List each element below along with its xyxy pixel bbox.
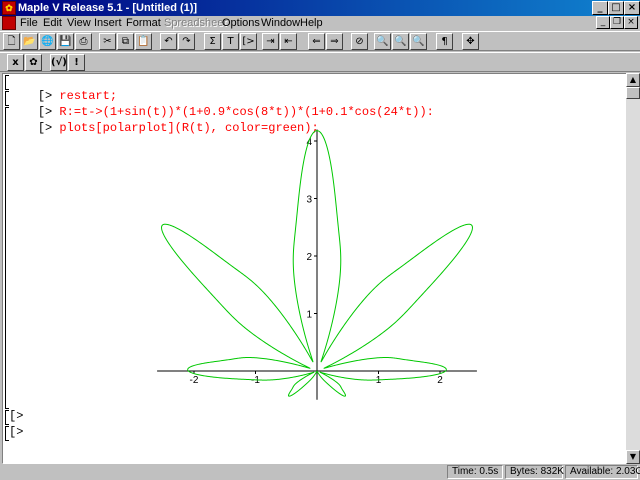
zoom-150-icon[interactable]: 🔍	[392, 33, 409, 50]
menu-insert[interactable]: Insert	[94, 17, 122, 29]
maple-app-icon[interactable]: ✿	[2, 1, 16, 15]
status-bytes: Bytes: 832K	[505, 465, 564, 479]
insert-input-icon[interactable]: [>	[240, 33, 257, 50]
menu-bar: File Edit View Insert Format Spreadsheet…	[0, 16, 640, 30]
minimize-button[interactable]: _	[592, 1, 608, 15]
doc-close-button[interactable]: ×	[624, 16, 638, 29]
scroll-down-arrow-icon[interactable]: ▼	[626, 450, 640, 464]
menu-options[interactable]: Options	[222, 17, 260, 29]
new-icon[interactable]: 🗋	[3, 33, 20, 50]
x-tick-label: 1	[376, 375, 382, 386]
open-icon[interactable]: 📂	[21, 33, 38, 50]
window-title: Maple V Release 5.1 - [Untitled (1)]	[18, 2, 198, 14]
insert-text-icon[interactable]: T	[222, 33, 239, 50]
back-icon[interactable]: ⇐	[308, 33, 325, 50]
title-bar: ✿ Maple V Release 5.1 - [Untitled (1)] _…	[0, 0, 640, 16]
scroll-thumb[interactable]	[626, 87, 640, 99]
forward-icon[interactable]: ⇒	[326, 33, 343, 50]
polar-plot[interactable]: -2 -1 1 21234	[3, 74, 627, 463]
document-icon[interactable]	[2, 16, 16, 30]
maple-input-icon[interactable]: x	[7, 54, 24, 71]
execute-icon[interactable]: !	[68, 54, 85, 71]
doc-minimize-button[interactable]: _	[596, 16, 610, 29]
maximize-button[interactable]: □	[608, 1, 624, 15]
save-icon[interactable]: 💾	[57, 33, 74, 50]
zoom-200-icon[interactable]: 🔍	[410, 33, 427, 50]
zoom-100-icon[interactable]: 🔍	[374, 33, 391, 50]
status-bar: Time: 0.5s Bytes: 832K Available: 2.03G	[0, 464, 640, 480]
undo-icon[interactable]: ↶	[160, 33, 177, 50]
stop-icon[interactable]: ⊘	[351, 33, 368, 50]
print-icon[interactable]: ⎙	[75, 33, 92, 50]
y-tick-label: 2	[306, 252, 312, 263]
close-button[interactable]: ×	[624, 1, 640, 15]
status-time: Time: 0.5s	[447, 465, 503, 479]
menu-help[interactable]: Help	[300, 17, 323, 29]
worksheet[interactable]: [> restart; [> R:=t->(1+sin(t))*(1+0.9*c…	[2, 73, 628, 464]
x-tick-label: -2	[190, 375, 199, 386]
status-available: Available: 2.03G	[565, 465, 640, 479]
scroll-up-arrow-icon[interactable]: ▲	[626, 73, 640, 87]
doc-restore-button[interactable]: ❐	[610, 16, 624, 29]
insert-math-icon[interactable]: Σ	[204, 33, 221, 50]
cut-icon[interactable]: ✂	[99, 33, 116, 50]
context-toolbar: x ✿ (√)!	[0, 52, 640, 72]
paste-icon[interactable]: 📋	[135, 33, 152, 50]
menu-file[interactable]: File	[20, 17, 38, 29]
main-toolbar: 🗋 📂 🌐 💾 ⎙ ✂ ⧉ 📋 ↶ ↷ Σ T [> ⇥ ⇤ ⇐ ⇒ ⊘ 🔍 🔍 🔍 ¶ ✥	[0, 31, 640, 51]
plot-options-icon[interactable]: ✿	[25, 54, 42, 71]
y-tick-label: 1	[306, 310, 312, 321]
menu-spreadsheet[interactable]: Spreadsheet	[164, 17, 226, 29]
empty-prompt[interactable]: [>	[9, 409, 23, 424]
expand-icon[interactable]: ✥	[462, 33, 479, 50]
copy-icon[interactable]: ⧉	[117, 33, 134, 50]
open-url-icon[interactable]: 🌐	[39, 33, 56, 50]
indent-icon[interactable]: ⇥	[262, 33, 279, 50]
y-tick-label: 3	[306, 195, 312, 206]
plot-axes: -2 -1 1 21234	[157, 129, 477, 400]
menu-format[interactable]: Format	[126, 17, 161, 29]
redo-icon[interactable]: ↷	[178, 33, 195, 50]
menu-edit[interactable]: Edit	[43, 17, 62, 29]
vertical-scrollbar[interactable]: ▲ ▼	[626, 73, 640, 464]
menu-window[interactable]: Window	[261, 17, 300, 29]
x-tick-label: -1	[251, 375, 260, 386]
show-markers-icon[interactable]: ¶	[436, 33, 453, 50]
check-syntax-icon[interactable]: (√)	[50, 54, 67, 71]
menu-view[interactable]: View	[67, 17, 91, 29]
empty-prompt[interactable]: [>	[9, 425, 23, 440]
outdent-icon[interactable]: ⇤	[280, 33, 297, 50]
x-tick-label: 2	[437, 375, 443, 386]
